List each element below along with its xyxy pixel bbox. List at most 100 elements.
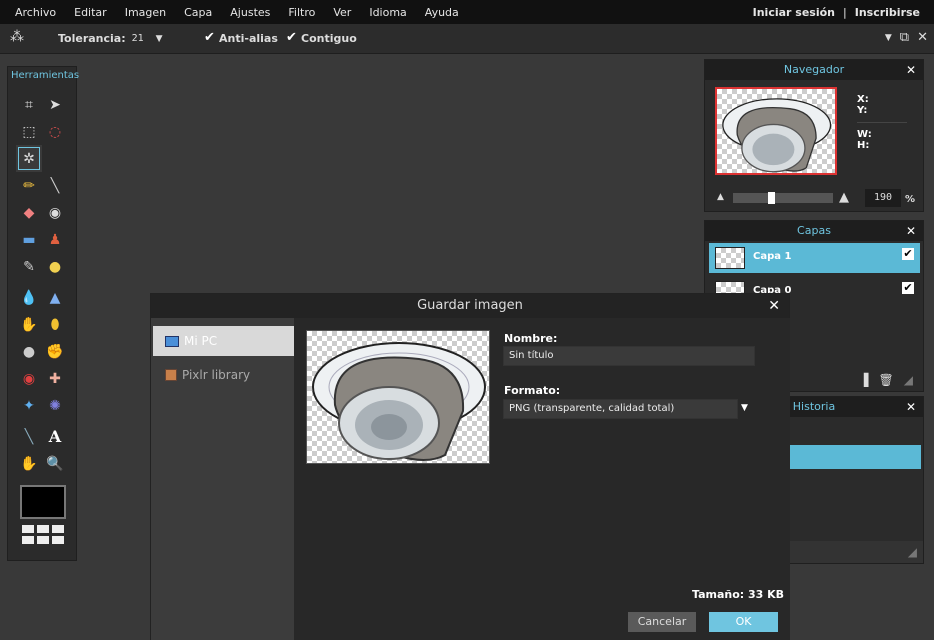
delete-layer-icon[interactable]: 🗑 — [879, 373, 894, 387]
menu-ajustes[interactable]: Ajustes — [230, 6, 270, 19]
menu-filtro[interactable]: Filtro — [288, 6, 315, 19]
auth-separator: | — [843, 5, 847, 19]
layer-visibility-checkbox[interactable]: ✔ — [902, 282, 914, 294]
zoom-slider[interactable] — [733, 192, 833, 204]
restore-icon[interactable]: ⧉ — [900, 30, 909, 45]
marquee-tool-icon[interactable]: ⬚ — [16, 118, 42, 145]
red-eye-tool-icon[interactable]: ◉ — [16, 365, 42, 392]
burn-tool-icon[interactable]: ✊ — [42, 338, 68, 365]
drawing-tool-icon[interactable]: ● — [42, 253, 68, 280]
menu-archivo[interactable]: Archivo — [15, 6, 56, 19]
zoom-slider-handle[interactable] — [768, 192, 775, 204]
navigator-divider — [857, 122, 907, 123]
name-label: Nombre: — [504, 332, 558, 345]
foreground-color-swatch[interactable] — [20, 485, 66, 519]
dropdown-icon[interactable]: ▼ — [885, 33, 892, 45]
magic-wand-icon: ⁂ — [10, 29, 24, 45]
save-destination-list: Mi PC Pixlr library — [151, 318, 294, 640]
brush-tool-icon[interactable]: ╲ — [42, 172, 68, 199]
login-link[interactable]: Iniciar sesión — [753, 6, 835, 19]
navigator-thumbnail[interactable] — [715, 87, 837, 175]
zoom-input[interactable]: 190 — [865, 189, 901, 207]
pencil-tool-icon[interactable]: ✏ — [16, 172, 42, 199]
history-close-icon[interactable]: ✕ — [906, 397, 916, 417]
tolerance-input[interactable]: 21 — [132, 33, 144, 44]
lasso-tool-icon[interactable]: ◌ — [42, 118, 68, 145]
color-replace-tool-icon[interactable]: ✎ — [16, 253, 42, 280]
dialog-main: Nombre: Sin título Formato: PNG (transpa… — [294, 318, 790, 640]
zoom-in-icon[interactable]: ▲ — [839, 190, 849, 205]
spot-heal-tool-icon[interactable]: ✚ — [42, 365, 68, 392]
smudge-tool-icon[interactable]: ✋ — [16, 311, 42, 338]
menu-ver[interactable]: Ver — [333, 6, 351, 19]
tolerance-dropdown-icon[interactable]: ▼ — [156, 34, 163, 44]
crop-tool-icon[interactable]: ⌗ — [16, 91, 42, 118]
format-select[interactable]: PNG (transparente, calidad total) — [503, 399, 738, 419]
hand-tool-icon[interactable]: ✋ — [16, 450, 42, 477]
layer-visibility-checkbox[interactable]: ✔ — [902, 248, 914, 260]
contiguous-option[interactable]: ✔ Contiguo — [286, 31, 357, 45]
menu-ayuda[interactable]: Ayuda — [425, 6, 459, 19]
layer-row[interactable]: Capa 1 ✔ — [709, 243, 920, 273]
blur-tool-icon[interactable]: 💧 — [16, 284, 42, 311]
color-picker-tool-icon[interactable]: ╲ — [16, 423, 42, 450]
eraser-tool-icon[interactable]: ◆ — [16, 199, 42, 226]
navigator-w-label: W: — [857, 129, 872, 140]
menu-capa[interactable]: Capa — [184, 6, 212, 19]
move-tool-icon[interactable]: ➤ — [42, 91, 68, 118]
history-settings-icon[interactable]: ◢ — [908, 545, 917, 559]
layers-header: Capas ✕ — [705, 221, 923, 241]
magic-wand-tool-icon[interactable]: ✲ — [16, 145, 42, 172]
destination-my-pc[interactable]: Mi PC — [153, 326, 294, 356]
name-input[interactable]: Sin título — [503, 346, 755, 366]
close-icon[interactable]: ✕ — [917, 30, 928, 45]
zoom-tool-icon[interactable]: 🔍 — [42, 450, 68, 477]
sharpen-tool-icon[interactable]: ▲ — [42, 284, 68, 311]
signup-link[interactable]: Inscribirse — [855, 6, 920, 19]
tool-grid-3: 💧 ▲ ✋ ⬮ ● ✊ ◉ ✚ ✦ ✺ — [16, 284, 68, 419]
tolerance-control: Tolerancia: 21 ▼ — [58, 32, 163, 45]
file-size: Tamaño: 33 KB — [692, 588, 785, 601]
image-preview — [306, 330, 490, 464]
navigator-header: Navegador ✕ — [705, 60, 923, 80]
layers-close-icon[interactable]: ✕ — [906, 221, 916, 241]
library-icon — [165, 369, 177, 381]
bloat-tool-icon[interactable]: ✦ — [16, 392, 42, 419]
menu-bar: Archivo Editar Imagen Capa Ajustes Filtr… — [0, 0, 934, 24]
dialog-close-icon[interactable]: ✕ — [768, 294, 780, 318]
dodge-tool-icon[interactable]: ● — [16, 338, 42, 365]
antialias-checkbox-icon[interactable]: ✔ — [204, 31, 215, 44]
history-title: Historia — [792, 400, 836, 413]
stamp-tool-icon[interactable]: ♟ — [42, 226, 68, 253]
new-layer-icon[interactable]: ▐ — [859, 373, 868, 387]
contiguous-checkbox-icon[interactable]: ✔ — [286, 31, 297, 44]
menu-imagen[interactable]: Imagen — [125, 6, 166, 19]
antialias-option[interactable]: ✔ Anti-alias — [204, 31, 278, 45]
pinch-tool-icon[interactable]: ✺ — [42, 392, 68, 419]
type-tool-icon[interactable]: A — [42, 423, 68, 450]
gradient-tool-icon[interactable]: ▬ — [16, 226, 42, 253]
navigator-x-label: X: — [857, 94, 869, 105]
layer-name: Capa 1 — [753, 251, 792, 262]
tool-grid-4: ╲ A ✋ 🔍 — [16, 423, 68, 477]
bucket-tool-icon[interactable]: ◉ — [42, 199, 68, 226]
ok-button[interactable]: OK — [709, 612, 778, 632]
destination-label: Pixlr library — [182, 368, 251, 382]
navigator-close-icon[interactable]: ✕ — [906, 60, 916, 80]
tolerance-label: Tolerancia: — [58, 32, 126, 45]
layer-settings-icon[interactable]: ◢ — [904, 373, 913, 387]
zoom-out-icon[interactable]: ▲ — [717, 192, 724, 202]
auth-links: Iniciar sesión | Inscribirse — [753, 0, 920, 24]
navigator-y-label: Y: — [857, 105, 868, 116]
color-grid-icon[interactable] — [22, 525, 66, 544]
window-controls: ▼ ⧉ ✕ — [885, 30, 928, 45]
tool-empty — [42, 145, 68, 172]
cancel-button[interactable]: Cancelar — [628, 612, 696, 632]
navigator-panel: Navegador ✕ X: Y: W: H: ▲ ▲ 190 % — [704, 59, 924, 212]
menu-idioma[interactable]: Idioma — [369, 6, 406, 19]
sponge-tool-icon[interactable]: ⬮ — [42, 311, 68, 338]
format-dropdown-icon[interactable]: ▼ — [741, 403, 748, 413]
navigator-h-label: H: — [857, 140, 870, 151]
menu-editar[interactable]: Editar — [74, 6, 107, 19]
destination-pixlr-library[interactable]: Pixlr library — [153, 360, 294, 390]
